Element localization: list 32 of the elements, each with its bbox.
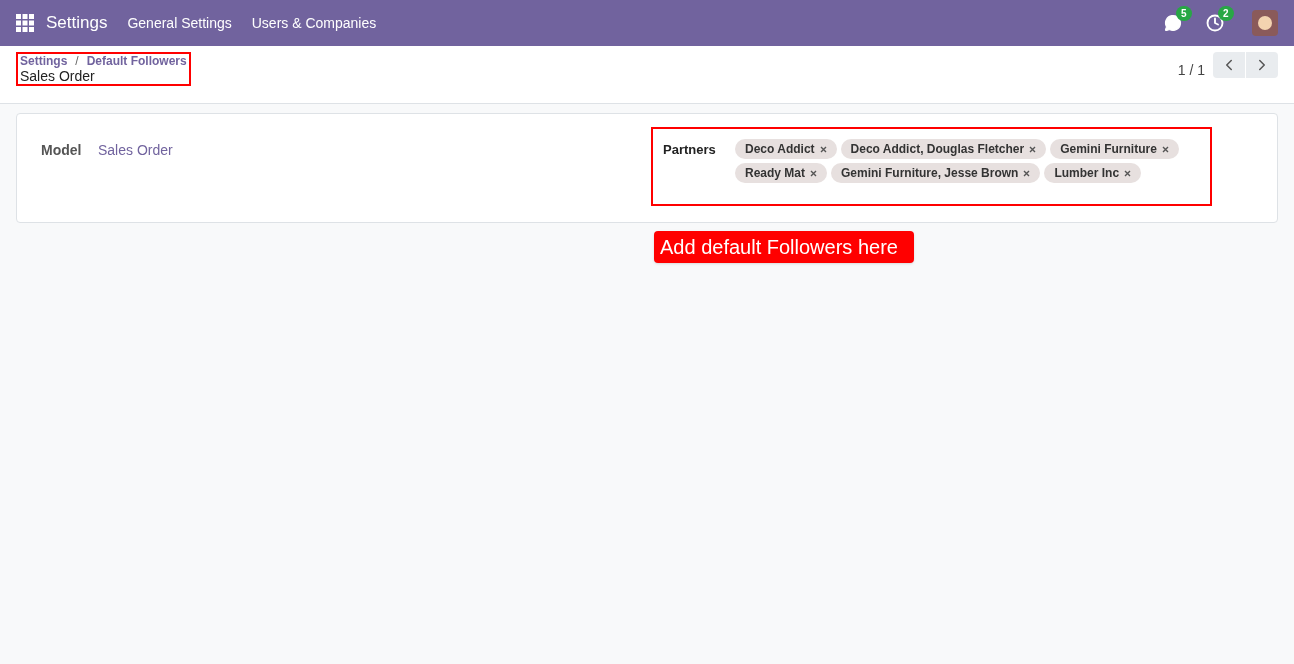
close-icon[interactable] bbox=[1023, 169, 1031, 177]
previous-button[interactable] bbox=[1213, 52, 1245, 78]
apps-grid-icon[interactable] bbox=[16, 14, 34, 32]
close-icon[interactable] bbox=[1124, 169, 1132, 177]
count-badge: 2 bbox=[1218, 6, 1234, 21]
field-label: Partners bbox=[663, 141, 717, 159]
next-button[interactable] bbox=[1246, 52, 1278, 78]
callout-label: Add default Followers here bbox=[654, 231, 914, 263]
model-link[interactable]: Sales Order bbox=[98, 140, 173, 161]
messages-icon[interactable] bbox=[1164, 14, 1182, 32]
field-label: Model bbox=[41, 141, 83, 160]
breadcrumb-link[interactable]: Default Followers bbox=[86, 54, 187, 69]
breadcrumb-separator: / bbox=[75, 54, 79, 69]
breadcrumb-link[interactable]: Settings bbox=[20, 54, 68, 69]
close-icon[interactable] bbox=[1161, 145, 1169, 153]
menu-item[interactable]: General Settings bbox=[127, 12, 232, 34]
count-badge: 5 bbox=[1176, 6, 1192, 21]
partner-name: Gemini Furniture bbox=[1060, 141, 1157, 158]
partner-name: Lumber Inc bbox=[1054, 165, 1120, 182]
record-title: Sales Order bbox=[20, 69, 96, 84]
close-icon[interactable] bbox=[1029, 145, 1037, 153]
close-icon[interactable] bbox=[819, 145, 827, 153]
partner-name: Deco Addict, Douglas Fletcher bbox=[850, 141, 1025, 158]
partner-name: Deco Addict bbox=[745, 141, 815, 158]
user-avatar[interactable] bbox=[1252, 10, 1278, 36]
app-title[interactable]: Settings bbox=[46, 10, 108, 36]
menu-item[interactable]: Users & Companies bbox=[251, 12, 377, 34]
partner-name: Gemini Furniture, Jesse Brown bbox=[841, 165, 1019, 182]
partner-name: Ready Mat bbox=[745, 165, 806, 182]
pager-value: 1 / 1 bbox=[1177, 61, 1205, 80]
activities-icon[interactable] bbox=[1206, 14, 1224, 32]
close-icon[interactable] bbox=[810, 169, 818, 177]
